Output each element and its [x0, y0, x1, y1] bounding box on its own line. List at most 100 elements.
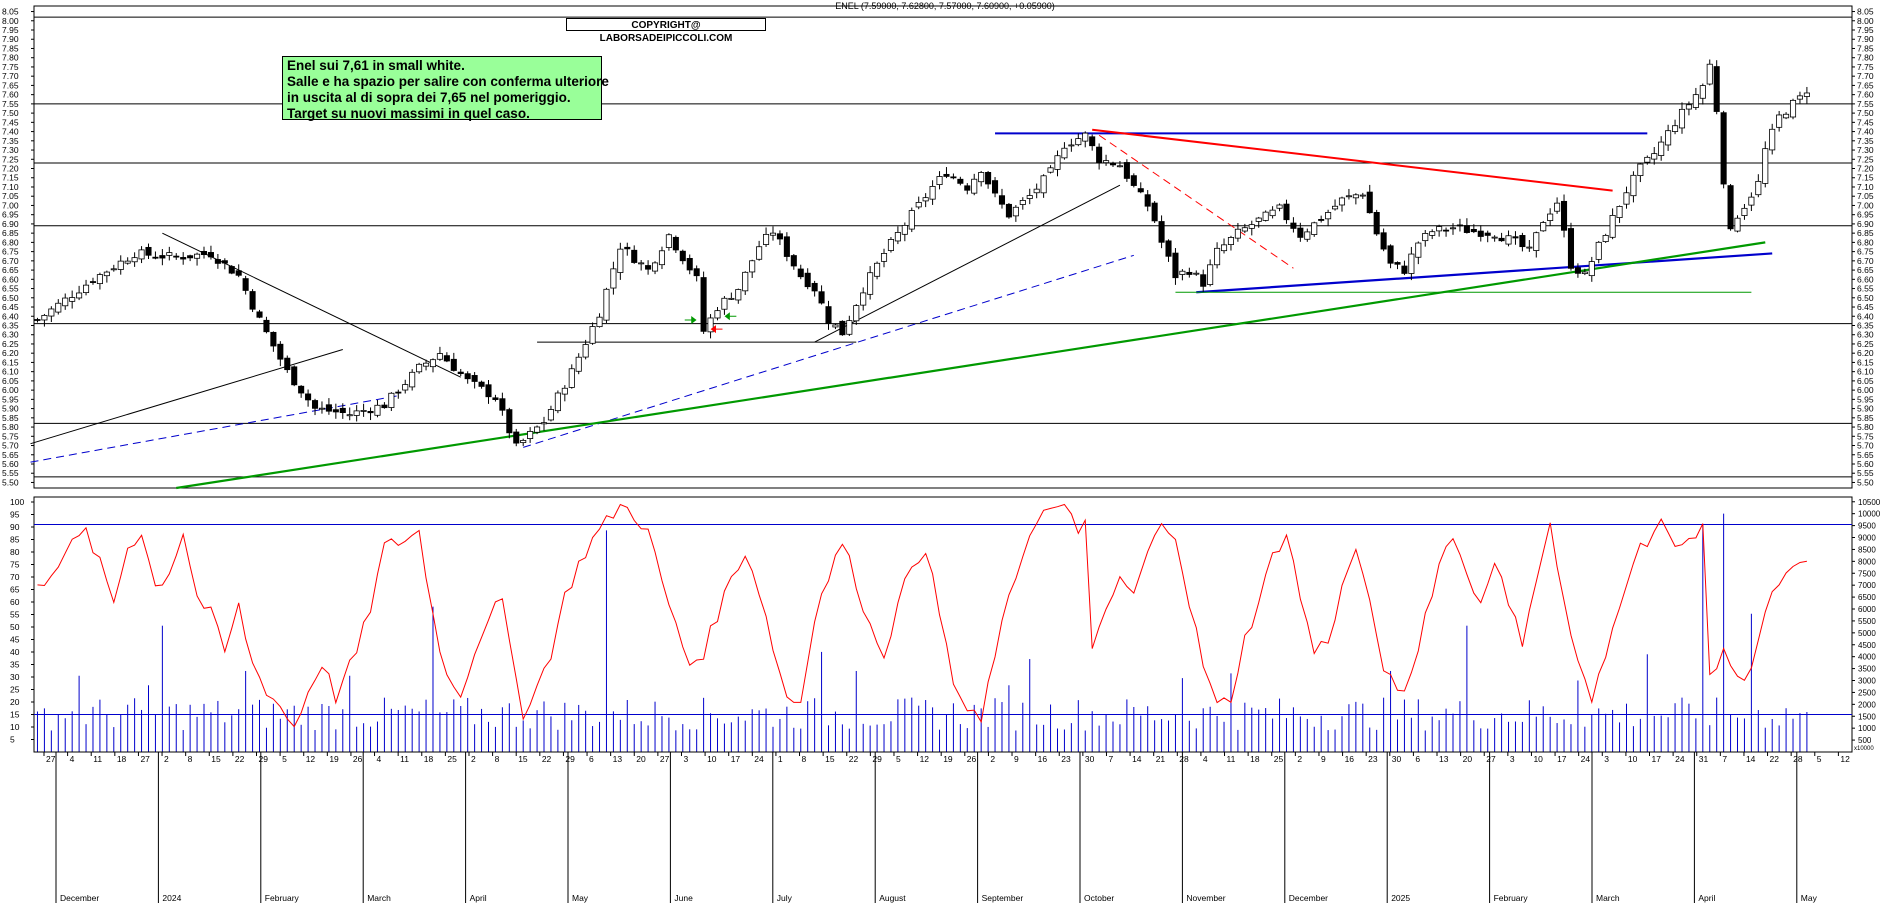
candle-body — [1415, 242, 1422, 258]
oscillator-tick-label: 35 — [10, 660, 20, 670]
day-tick-label: 3 — [1604, 754, 1609, 764]
candle-body — [298, 385, 305, 394]
candle — [797, 264, 804, 280]
candle-body — [1595, 241, 1602, 260]
price-tick-label-right: 6.35 — [1857, 320, 1874, 330]
candle-body — [1574, 267, 1581, 274]
candle-body — [485, 384, 492, 398]
candle-body — [908, 210, 915, 230]
candle-body — [1089, 136, 1096, 147]
day-tick-label: 23 — [1061, 754, 1071, 764]
candle-body — [1207, 264, 1214, 285]
volume-tick-label: 4000 — [1858, 653, 1876, 662]
candle-body — [1540, 222, 1547, 232]
volume-tick-label: 3000 — [1858, 677, 1876, 686]
day-tick-label: 11 — [400, 754, 409, 764]
stock-chart: 5.50 5.505.55 5.555.60 5.605.65 5.655.70 5.70… — [2, 5, 1881, 903]
candle-body — [235, 270, 242, 276]
price-tick-label-left: 6.55 — [2, 284, 19, 294]
candle — [1380, 228, 1387, 252]
candle-body — [346, 414, 353, 417]
candle-body — [1755, 180, 1762, 196]
candle-body — [603, 288, 610, 321]
candle-body — [1436, 226, 1443, 232]
price-tick-label-right: 6.80 — [1857, 237, 1874, 247]
candle — [89, 277, 97, 285]
candle — [964, 183, 971, 195]
volume-tick-label: 6000 — [1858, 605, 1876, 614]
candle-body — [55, 302, 62, 313]
price-tick-label-left: 6.70 — [2, 256, 19, 266]
candle — [610, 261, 617, 295]
price-tick-label-right: 5.55 — [1857, 468, 1874, 478]
candle — [110, 264, 117, 272]
candle — [1061, 142, 1068, 160]
price-tick-label-left: 7.10 — [2, 182, 19, 192]
candle-body — [1630, 174, 1637, 197]
candle — [638, 260, 645, 271]
candle-body — [436, 353, 443, 360]
oscillator-tick-label: 30 — [10, 672, 20, 682]
candle — [464, 371, 471, 384]
day-tick-label: 11 — [93, 754, 102, 764]
candle — [228, 265, 235, 275]
candle — [1325, 209, 1332, 227]
candle — [1116, 161, 1123, 168]
price-tick-label-left: 7.85 — [2, 43, 19, 53]
candle — [645, 260, 652, 275]
candle-body — [1338, 197, 1346, 206]
day-tick-label: 24 — [754, 754, 764, 764]
candle — [1033, 183, 1040, 199]
candle-body — [1526, 246, 1533, 249]
day-tick-label: 29 — [565, 754, 575, 764]
candle-body — [915, 202, 922, 208]
candle — [242, 275, 249, 295]
candle-body — [1311, 222, 1318, 235]
candle-body — [860, 292, 867, 306]
candle — [554, 390, 561, 414]
candle-body — [180, 257, 187, 260]
candle-body — [790, 255, 797, 267]
candle — [582, 339, 589, 360]
candle — [707, 314, 714, 339]
oscillator-tick-label: 55 — [10, 610, 20, 620]
volume-tick-label: 7500 — [1858, 569, 1876, 578]
candle-body — [867, 272, 874, 295]
price-tick-label-left: 6.35 — [2, 320, 19, 330]
candle — [346, 407, 353, 421]
price-tick-label-right: 6.45 — [1857, 302, 1874, 312]
candle-body — [922, 197, 929, 202]
candle — [374, 399, 381, 418]
candle — [1519, 232, 1526, 252]
candle — [915, 196, 922, 210]
candle — [416, 362, 423, 374]
candle-body — [631, 249, 638, 263]
candle — [1443, 227, 1450, 237]
candle — [700, 271, 707, 334]
price-tick-label-right: 6.60 — [1857, 274, 1874, 284]
candle-body — [1484, 232, 1491, 236]
candle — [825, 300, 832, 330]
candle-body — [318, 407, 326, 410]
price-tick-label-left: 6.80 — [2, 237, 19, 247]
candle — [693, 265, 700, 282]
candle-body — [1554, 202, 1561, 212]
month-label: February — [265, 893, 300, 903]
candle — [1588, 256, 1595, 282]
candle — [1089, 134, 1096, 151]
day-tick-label: 19 — [329, 754, 339, 764]
month-label: March — [367, 893, 391, 903]
volume-tick-label: 5500 — [1858, 617, 1876, 626]
candle-body — [1651, 153, 1658, 160]
candle-body — [1776, 114, 1783, 128]
candle — [651, 261, 659, 275]
candle-body — [742, 271, 749, 292]
day-tick-label: 29 — [258, 754, 268, 764]
price-tick-label-right: 6.65 — [1857, 265, 1874, 275]
candle-body — [575, 356, 582, 372]
price-tick-label-right: 5.95 — [1857, 394, 1874, 404]
price-tick-label-right: 7.00 — [1857, 200, 1874, 210]
candle-body — [1678, 108, 1686, 129]
month-label: December — [60, 893, 99, 903]
candle-body — [1172, 252, 1179, 279]
